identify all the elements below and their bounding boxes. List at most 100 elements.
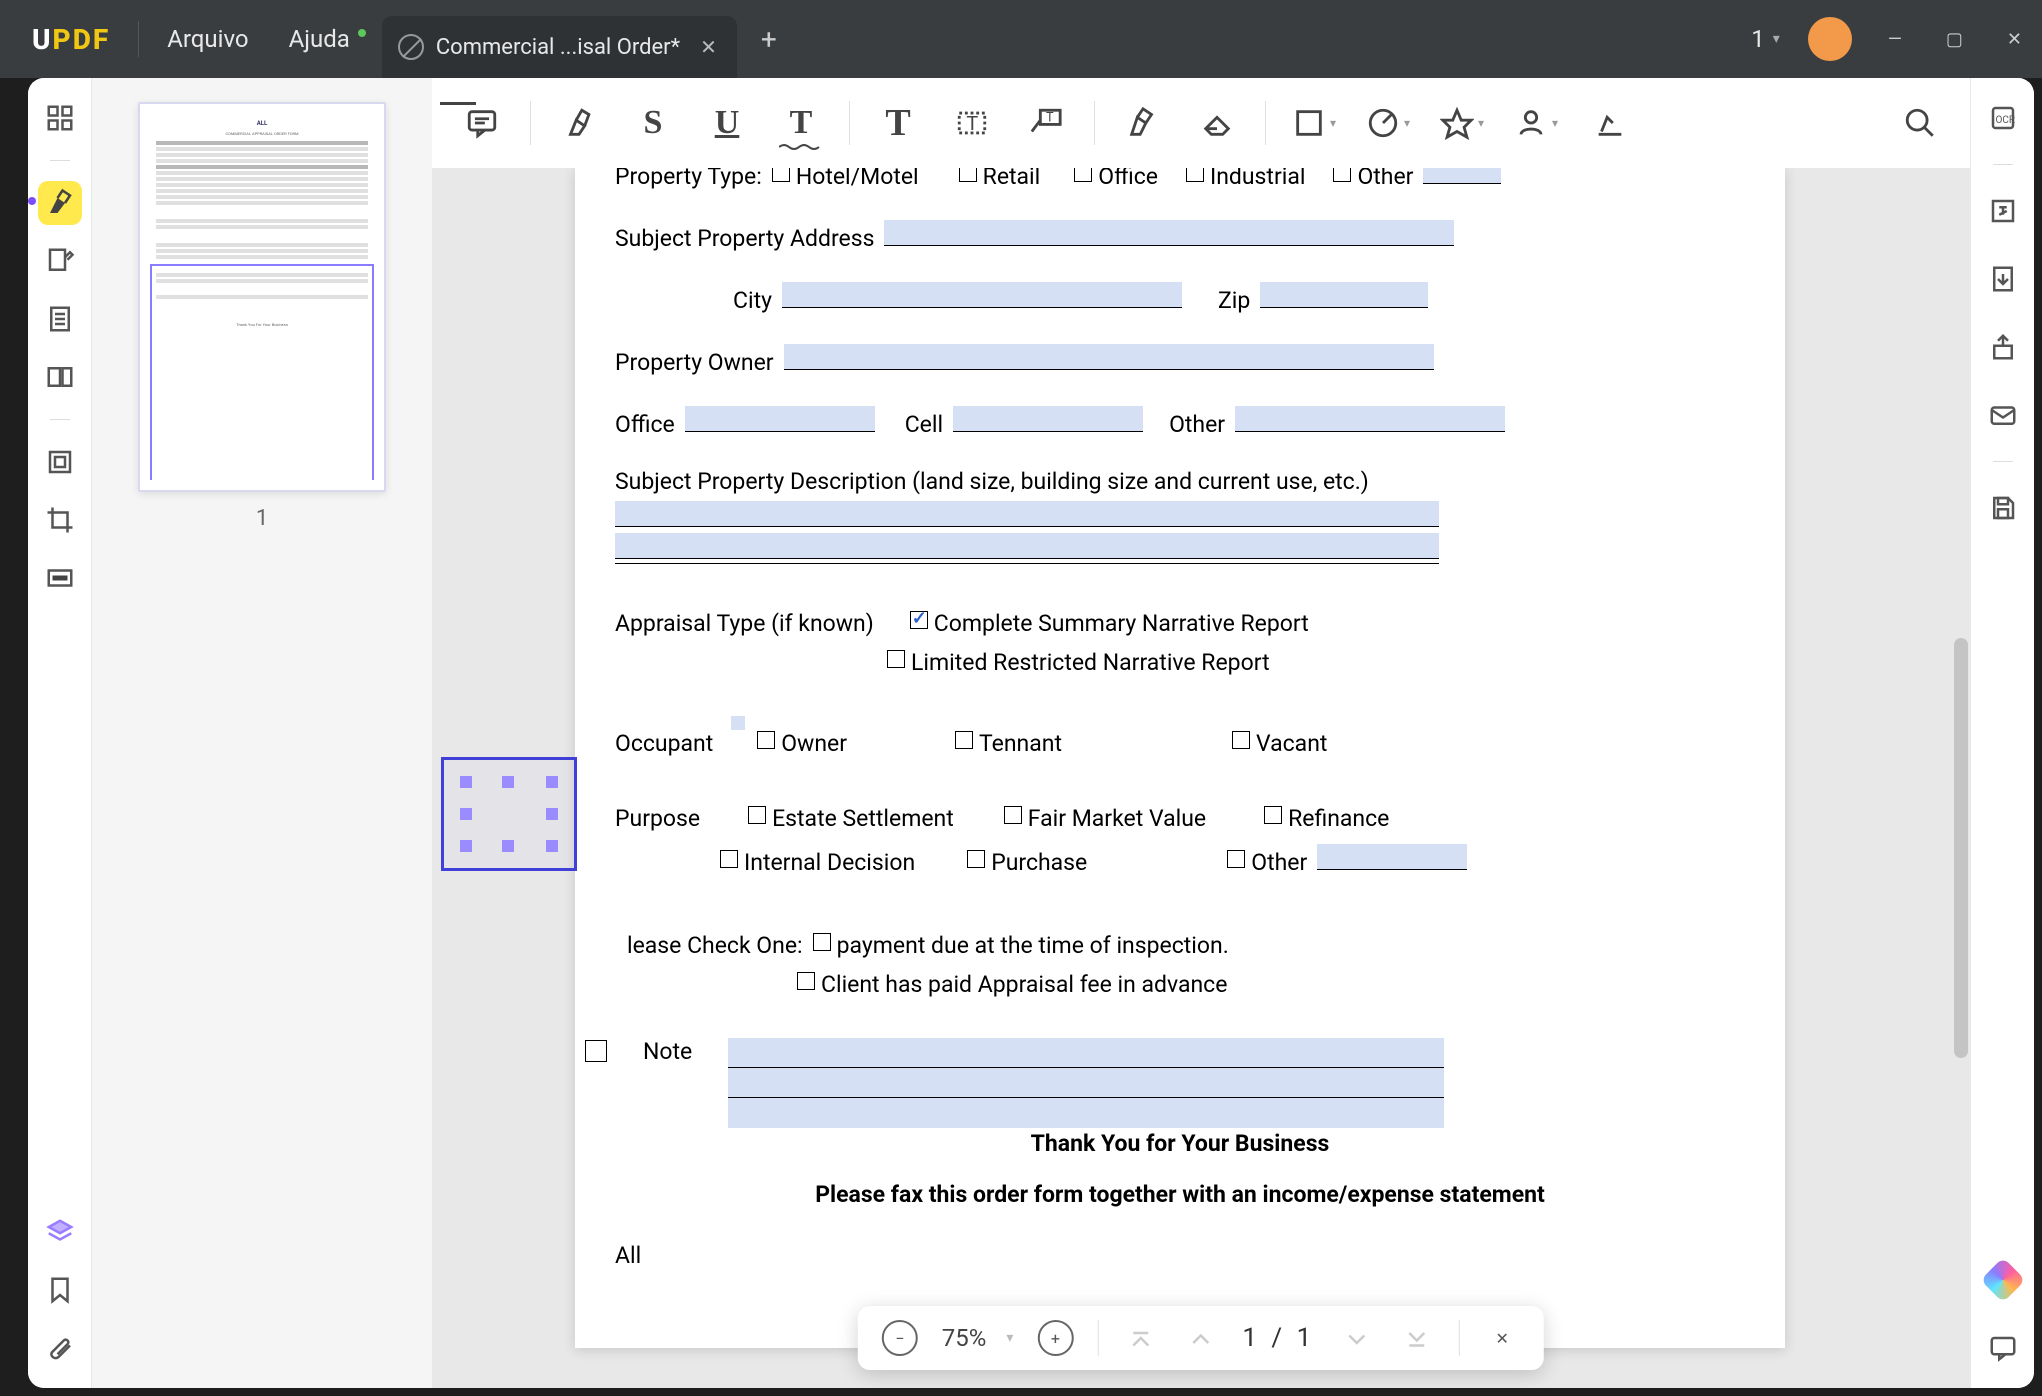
convert-icon[interactable] bbox=[1981, 189, 2025, 233]
page-counter[interactable]: 1 / 1 bbox=[1242, 1323, 1315, 1353]
document-tab[interactable]: Commercial ...isal Order* ✕ bbox=[382, 16, 737, 78]
ocr-icon[interactable]: OCR bbox=[1981, 96, 2025, 140]
pencil-tool-icon[interactable] bbox=[1117, 97, 1169, 149]
zoom-in-button[interactable]: + bbox=[1037, 1320, 1073, 1356]
checkbox[interactable] bbox=[748, 806, 766, 824]
underline-icon[interactable]: U bbox=[701, 97, 753, 149]
form-field[interactable] bbox=[784, 344, 1434, 370]
bookmark-icon[interactable] bbox=[38, 1268, 82, 1312]
new-tab-button[interactable]: + bbox=[761, 23, 777, 56]
resize-handle[interactable] bbox=[546, 776, 558, 788]
checkbox[interactable] bbox=[1264, 806, 1282, 824]
checkbox[interactable] bbox=[772, 168, 790, 182]
checkbox[interactable] bbox=[1186, 168, 1204, 182]
user-avatar[interactable] bbox=[1808, 17, 1852, 61]
textbox-tool-icon[interactable]: T bbox=[946, 97, 998, 149]
resize-handle[interactable] bbox=[460, 808, 472, 820]
form-field[interactable] bbox=[615, 533, 1439, 559]
checkbox[interactable] bbox=[1227, 850, 1245, 868]
last-page-icon[interactable] bbox=[1399, 1320, 1435, 1356]
page-viewport[interactable]: Property Type: Hotel/Motel Retail Office… bbox=[432, 168, 1928, 1388]
resize-handle[interactable] bbox=[502, 776, 514, 788]
ai-assistant-icon[interactable] bbox=[1981, 1258, 2025, 1302]
form-field[interactable] bbox=[782, 282, 1182, 308]
attachment-icon[interactable] bbox=[38, 1326, 82, 1370]
checkbox-checked[interactable] bbox=[910, 611, 928, 629]
maximize-icon[interactable]: ▢ bbox=[1938, 29, 1971, 50]
resize-handle[interactable] bbox=[546, 840, 558, 852]
next-page-icon[interactable] bbox=[1339, 1320, 1375, 1356]
eraser-tool-icon[interactable] bbox=[1191, 97, 1243, 149]
menu-arquivo[interactable]: Arquivo bbox=[147, 25, 268, 53]
signature-tool-dropdown[interactable] bbox=[1510, 97, 1562, 149]
close-navbar-icon[interactable]: ✕ bbox=[1484, 1320, 1520, 1356]
checkbox[interactable] bbox=[959, 168, 977, 182]
zoom-level-dropdown[interactable]: 75% bbox=[942, 1324, 1014, 1352]
form-field[interactable] bbox=[1317, 844, 1467, 870]
form-field[interactable] bbox=[615, 501, 1439, 527]
doc-icon bbox=[398, 34, 424, 60]
checkbox[interactable] bbox=[887, 650, 905, 668]
form-field[interactable] bbox=[728, 1098, 1444, 1128]
vertical-scrollbar[interactable] bbox=[1954, 638, 1968, 1058]
checkbox[interactable] bbox=[1232, 731, 1250, 749]
save-icon[interactable] bbox=[1981, 486, 2025, 530]
stamp-tool-dropdown[interactable] bbox=[1436, 97, 1488, 149]
form-field[interactable] bbox=[1260, 282, 1428, 308]
organize-tool-icon[interactable] bbox=[38, 355, 82, 399]
note-label: Note bbox=[643, 1038, 692, 1065]
squiggly-icon[interactable]: T bbox=[775, 97, 827, 149]
email-icon[interactable] bbox=[1981, 393, 2025, 437]
compress-icon[interactable] bbox=[38, 440, 82, 484]
resize-handle[interactable] bbox=[460, 776, 472, 788]
chat-icon[interactable] bbox=[1981, 1326, 2025, 1370]
export-icon[interactable] bbox=[1981, 257, 2025, 301]
selection-rectangle[interactable] bbox=[441, 757, 577, 871]
zoom-out-button[interactable]: − bbox=[882, 1320, 918, 1356]
shape-tool-dropdown[interactable] bbox=[1288, 97, 1340, 149]
callout-tool-icon[interactable]: T bbox=[1020, 97, 1072, 149]
close-tab-icon[interactable]: ✕ bbox=[700, 35, 717, 59]
crop-icon[interactable] bbox=[38, 498, 82, 542]
redact-icon[interactable] bbox=[38, 556, 82, 600]
text-tool-icon[interactable]: T bbox=[872, 97, 924, 149]
layers-icon[interactable] bbox=[38, 1210, 82, 1254]
highlight-tool-icon[interactable] bbox=[38, 181, 82, 225]
checkbox[interactable] bbox=[757, 731, 775, 749]
close-window-icon[interactable]: ✕ bbox=[1999, 29, 2030, 50]
form-field[interactable] bbox=[685, 406, 875, 432]
strikethrough-icon[interactable]: S bbox=[627, 97, 679, 149]
form-field[interactable] bbox=[1423, 168, 1501, 184]
sticker-tool-dropdown[interactable] bbox=[1362, 97, 1414, 149]
form-field[interactable] bbox=[728, 1068, 1444, 1098]
menu-ajuda[interactable]: Ajuda bbox=[269, 25, 370, 53]
checkbox[interactable] bbox=[797, 972, 815, 990]
minimize-icon[interactable]: — bbox=[1880, 29, 1910, 50]
prev-page-icon[interactable] bbox=[1182, 1320, 1218, 1356]
checkbox[interactable] bbox=[967, 850, 985, 868]
checkbox[interactable] bbox=[720, 850, 738, 868]
highlighter-icon[interactable] bbox=[553, 97, 605, 149]
checkbox[interactable] bbox=[585, 1040, 607, 1062]
checkbox[interactable] bbox=[813, 933, 831, 951]
resize-handle[interactable] bbox=[460, 840, 472, 852]
search-icon[interactable] bbox=[1894, 97, 1946, 149]
form-field[interactable] bbox=[884, 220, 1454, 246]
more-tool-icon[interactable] bbox=[1584, 97, 1636, 149]
share-icon[interactable] bbox=[1981, 325, 2025, 369]
checkbox[interactable] bbox=[955, 731, 973, 749]
first-page-icon[interactable] bbox=[1122, 1320, 1158, 1356]
resize-handle[interactable] bbox=[546, 808, 558, 820]
checkbox[interactable] bbox=[1004, 806, 1022, 824]
form-field[interactable] bbox=[1235, 406, 1505, 432]
page-indicator-dropdown[interactable]: 1▾ bbox=[1751, 25, 1780, 53]
form-field[interactable] bbox=[728, 1038, 1444, 1068]
edit-tool-icon[interactable] bbox=[38, 239, 82, 283]
resize-handle[interactable] bbox=[502, 840, 514, 852]
checkbox[interactable] bbox=[1074, 168, 1092, 182]
checkbox[interactable] bbox=[1333, 168, 1351, 182]
page-thumbnail[interactable]: ALL COMMERCIAL APPRAISAL ORDER FORM bbox=[138, 102, 386, 492]
form-field[interactable] bbox=[953, 406, 1143, 432]
thumbnails-icon[interactable] bbox=[38, 96, 82, 140]
pages-tool-icon[interactable] bbox=[38, 297, 82, 341]
